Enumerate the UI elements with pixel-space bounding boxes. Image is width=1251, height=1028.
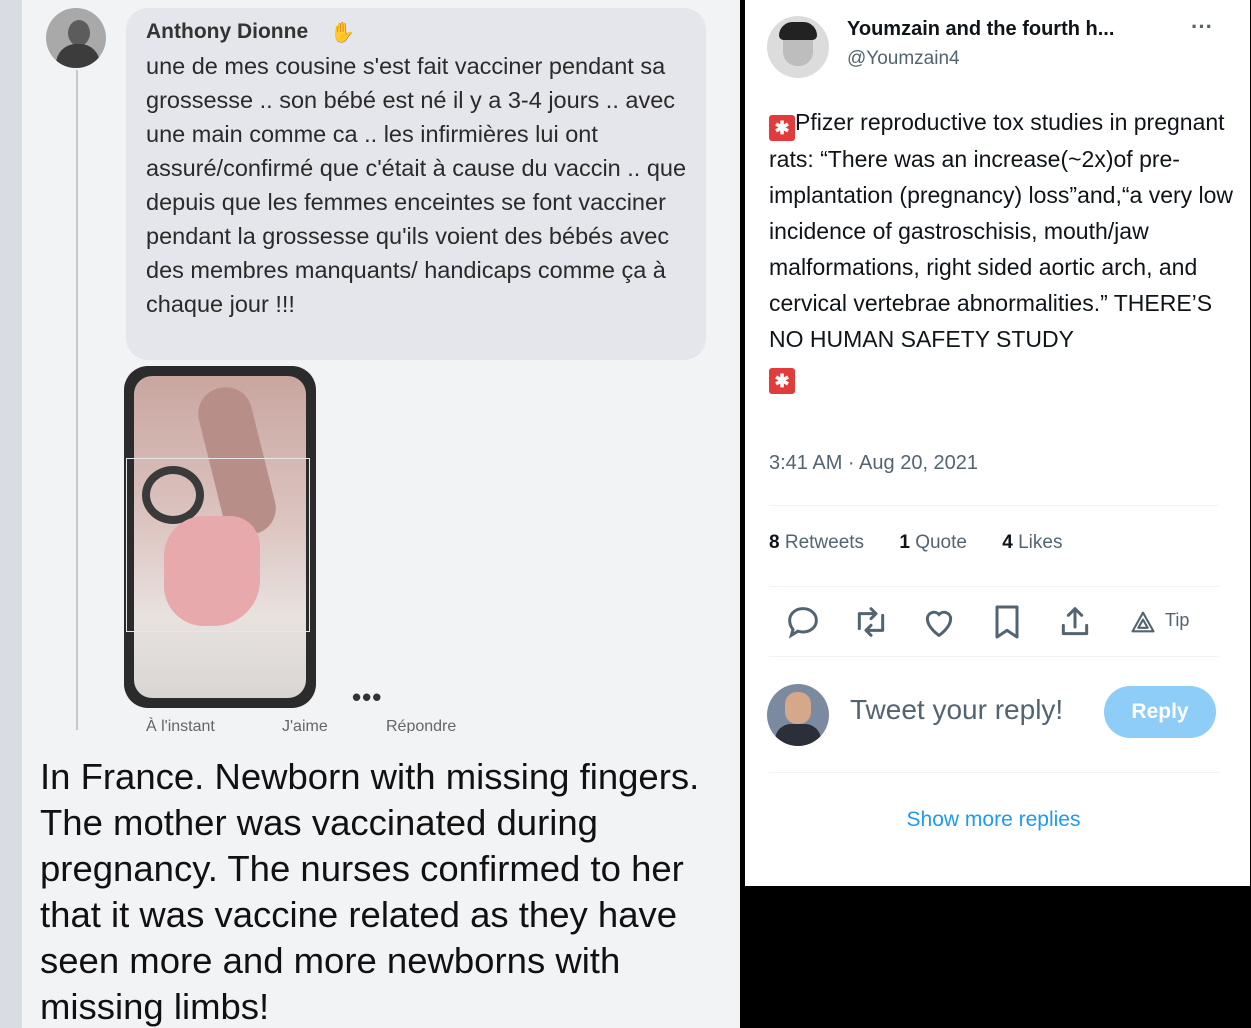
tweet-body: ✱ Pfizer reproductive tox studies in preg… <box>769 104 1239 394</box>
waving-hand-icon: ✋ <box>330 22 355 44</box>
retweet-icon[interactable] <box>851 602 891 642</box>
divider <box>769 586 1219 587</box>
show-more-replies-link[interactable]: Show more replies <box>745 808 1242 832</box>
like-icon[interactable] <box>919 602 959 642</box>
siren-icon: ✱ <box>769 368 795 394</box>
divider <box>769 656 1219 657</box>
tweet-text: Pfizer reproductive tox studies in pregn… <box>769 109 1234 352</box>
reply-input[interactable]: Tweet your reply! <box>850 694 1063 726</box>
tweet-stats: 8 Retweets 1 Quote 4 Likes <box>769 532 1092 554</box>
tweet-timestamp[interactable]: 3:41 AM · Aug 20, 2021 <box>769 452 978 475</box>
reply-link[interactable]: Répondre <box>386 718 456 733</box>
baby-hand-photo[interactable] <box>124 366 316 708</box>
siren-icon: ✱ <box>769 115 795 141</box>
tip-icon[interactable] <box>1129 608 1157 636</box>
tweet-author-avatar[interactable] <box>767 16 829 78</box>
tip-label[interactable]: Tip <box>1165 610 1189 631</box>
user-avatar <box>767 684 829 746</box>
comment-text: une de mes cousine s'est fait vacciner p… <box>146 53 687 317</box>
timestamp-link[interactable]: À l'instant <box>146 718 215 733</box>
thread-line <box>76 70 78 730</box>
reply-button[interactable]: Reply <box>1104 686 1216 738</box>
share-icon[interactable] <box>1055 602 1095 642</box>
left-edge <box>0 0 22 1028</box>
likes-stat[interactable]: 4 Likes <box>1002 532 1062 553</box>
more-options-icon[interactable]: ••• <box>352 682 382 713</box>
divider <box>769 772 1219 773</box>
reply-icon[interactable] <box>783 602 823 642</box>
comment-actions: À l'instant J'aime Répondre <box>146 715 546 733</box>
tweet-author-name[interactable]: Youmzain and the fourth h... <box>847 18 1177 41</box>
author-name[interactable]: Anthony Dionne <box>146 20 308 44</box>
facebook-screenshot-panel: Anthony Dionne ✋ une de mes cousine s'es… <box>0 0 740 1028</box>
tweet-panel: Youmzain and the fourth h... @Youmzain4 … <box>745 0 1250 886</box>
more-icon[interactable]: ··· <box>1191 14 1213 40</box>
like-link[interactable]: J'aime <box>282 718 328 733</box>
tweet-author-handle[interactable]: @Youmzain4 <box>847 48 960 70</box>
caption-text: In France. Newborn with missing fingers.… <box>40 756 700 1027</box>
author-avatar[interactable] <box>46 8 106 68</box>
retweets-stat[interactable]: 8 Retweets <box>769 532 864 553</box>
bookmark-icon[interactable] <box>987 602 1027 642</box>
divider <box>769 505 1219 506</box>
quotes-stat[interactable]: 1 Quote <box>899 532 967 553</box>
